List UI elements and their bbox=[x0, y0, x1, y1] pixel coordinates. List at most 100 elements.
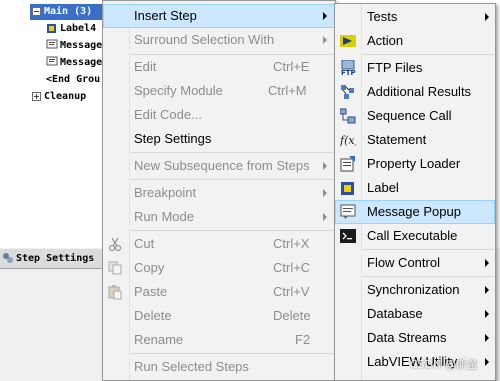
submenu-item-tests[interactable]: Tests bbox=[335, 5, 495, 29]
menu-separator bbox=[363, 54, 493, 55]
menu-item-cut[interactable]: Cut Ctrl+X bbox=[103, 232, 335, 256]
menu-item-shortcut: Ctrl+E bbox=[273, 59, 310, 74]
ftp-icon: FTP bbox=[340, 59, 356, 77]
message-popup-icon bbox=[340, 204, 356, 220]
menu-item-surround-selection[interactable]: Surround Selection With bbox=[103, 28, 335, 52]
submenu-item-ftp-files[interactable]: FTP FTP Files bbox=[335, 56, 495, 80]
menu-item-shortcut: Ctrl+M bbox=[268, 83, 307, 98]
tree-item-label: Label4 bbox=[60, 23, 97, 34]
menu-item-run-selected-steps[interactable]: Run Selected Steps bbox=[103, 355, 335, 379]
menu-item-label: Breakpoint bbox=[134, 185, 197, 200]
call-executable-icon bbox=[340, 228, 356, 244]
menu-item-shortcut: Ctrl+C bbox=[273, 260, 311, 275]
menu-item-label: Paste bbox=[134, 284, 168, 299]
tree-item-label: <End Grou bbox=[46, 74, 101, 85]
submenu-item-label[interactable]: Label bbox=[335, 176, 495, 200]
tree-node-main[interactable]: − Main (3) bbox=[30, 4, 102, 20]
tree-item-label: Message bbox=[60, 57, 103, 68]
submenu-arrow-icon bbox=[485, 310, 489, 318]
menu-item-label: Tests bbox=[367, 9, 398, 24]
tree-node-message-2[interactable]: Message bbox=[46, 55, 102, 71]
paste-icon bbox=[107, 284, 123, 300]
menu-item-label: Call Executable bbox=[367, 228, 458, 243]
submenu-arrow-icon bbox=[323, 12, 327, 20]
property-loader-icon bbox=[340, 156, 356, 172]
menu-item-copy[interactable]: Copy Ctrl+C bbox=[103, 256, 335, 280]
menu-item-label: Edit Code... bbox=[134, 107, 202, 122]
additional-results-icon bbox=[340, 84, 356, 100]
submenu-item-sequence-call[interactable]: Sequence Call bbox=[335, 104, 495, 128]
menu-item-label: Property Loader bbox=[367, 156, 461, 171]
sequence-call-icon bbox=[339, 108, 356, 124]
submenu-arrow-icon bbox=[323, 36, 327, 44]
menu-item-label: Statement bbox=[367, 132, 427, 147]
menu-item-label: Data Streams bbox=[367, 330, 447, 345]
menu-item-paste[interactable]: Paste Ctrl+V bbox=[103, 280, 335, 304]
menu-separator bbox=[131, 179, 333, 180]
menu-item-label: Specify Module bbox=[134, 83, 223, 98]
tree-node-main-label: Main (3) bbox=[44, 6, 93, 17]
menu-item-label: Label bbox=[367, 180, 399, 195]
submenu-item-call-executable[interactable]: Call Executable bbox=[335, 224, 495, 248]
menu-item-label: Run Mode bbox=[134, 209, 194, 224]
submenu-item-message-popup[interactable]: Message Popup bbox=[335, 200, 495, 224]
menu-item-label: New Subsequence from Steps bbox=[134, 158, 310, 173]
menu-item-label: Message Popup bbox=[367, 204, 461, 219]
step-settings-icon bbox=[2, 252, 14, 264]
menu-item-edit[interactable]: Edit Ctrl+E bbox=[103, 55, 335, 79]
submenu-item-action[interactable]: Action bbox=[335, 29, 495, 53]
collapse-icon[interactable]: − bbox=[32, 7, 41, 16]
submenu-item-statement[interactable]: f(x) Statement bbox=[335, 128, 495, 152]
menu-item-breakpoint[interactable]: Breakpoint bbox=[103, 181, 335, 205]
tree-node-message-1[interactable]: Message bbox=[46, 38, 102, 54]
submenu-arrow-icon bbox=[485, 13, 489, 21]
tree-node-label4[interactable]: Label4 bbox=[46, 21, 96, 37]
submenu-arrow-icon bbox=[323, 162, 327, 170]
submenu-arrow-icon bbox=[323, 213, 327, 221]
menu-item-edit-code[interactable]: Edit Code... bbox=[103, 103, 335, 127]
menu-item-label: Step Settings bbox=[134, 131, 212, 146]
menu-item-insert-step[interactable]: Insert Step bbox=[103, 4, 335, 28]
submenu-item-property-loader[interactable]: Property Loader bbox=[335, 152, 495, 176]
step-settings-tab-label: Step Settings bbox=[16, 253, 95, 264]
menu-item-shortcut: F2 bbox=[295, 332, 311, 347]
menu-item-step-settings[interactable]: Step Settings bbox=[103, 127, 335, 151]
menu-item-label: Copy bbox=[134, 260, 165, 275]
menu-item-shortcut: Delete bbox=[273, 308, 311, 323]
svg-text:FTP: FTP bbox=[341, 69, 356, 76]
step-settings-tab[interactable]: Step Settings bbox=[0, 249, 107, 269]
menu-item-label: Action bbox=[367, 33, 404, 48]
expand-icon[interactable]: + bbox=[32, 92, 41, 101]
menu-item-run-mode[interactable]: Run Mode bbox=[103, 205, 335, 229]
tree-item-label: Message bbox=[60, 40, 103, 51]
submenu-item-data-streams[interactable]: Data Streams bbox=[335, 326, 495, 350]
menu-item-shortcut: Ctrl+V bbox=[273, 284, 310, 299]
menu-item-label: Run Selected Steps bbox=[134, 359, 249, 374]
menu-item-label: FTP Files bbox=[367, 60, 423, 75]
menu-item-delete[interactable]: Delete Delete bbox=[103, 304, 335, 328]
copy-icon bbox=[107, 260, 123, 276]
menu-item-label: Delete bbox=[134, 308, 172, 323]
submenu-item-synchronization[interactable]: Synchronization bbox=[335, 278, 495, 302]
menu-item-specify-module[interactable]: Specify Module Ctrl+M bbox=[103, 79, 335, 103]
menu-separator bbox=[363, 276, 493, 277]
label-icon bbox=[46, 22, 58, 34]
menu-item-new-subsequence[interactable]: New Subsequence from Steps bbox=[103, 154, 335, 178]
action-icon bbox=[340, 33, 356, 49]
menu-separator bbox=[363, 249, 493, 250]
menu-item-label: Additional Results bbox=[367, 84, 472, 99]
menu-item-label: Database bbox=[367, 306, 423, 321]
submenu-arrow-icon bbox=[323, 189, 327, 197]
scissors-icon bbox=[107, 236, 123, 252]
submenu-arrow-icon bbox=[485, 358, 489, 366]
tree-node-end-group[interactable]: <End Grou bbox=[46, 72, 100, 88]
submenu-arrow-icon bbox=[485, 259, 489, 267]
insert-step-submenu: Tests Action FTP FTP Files Additional Re… bbox=[334, 3, 496, 381]
message-popup-icon bbox=[46, 39, 58, 51]
menu-item-rename[interactable]: Rename F2 bbox=[103, 328, 335, 352]
submenu-item-additional-results[interactable]: Additional Results bbox=[335, 80, 495, 104]
submenu-item-database[interactable]: Database bbox=[335, 302, 495, 326]
statement-icon: f(x) bbox=[339, 132, 359, 148]
svg-text:f(x): f(x) bbox=[340, 134, 356, 147]
submenu-item-flow-control[interactable]: Flow Control bbox=[335, 251, 495, 275]
